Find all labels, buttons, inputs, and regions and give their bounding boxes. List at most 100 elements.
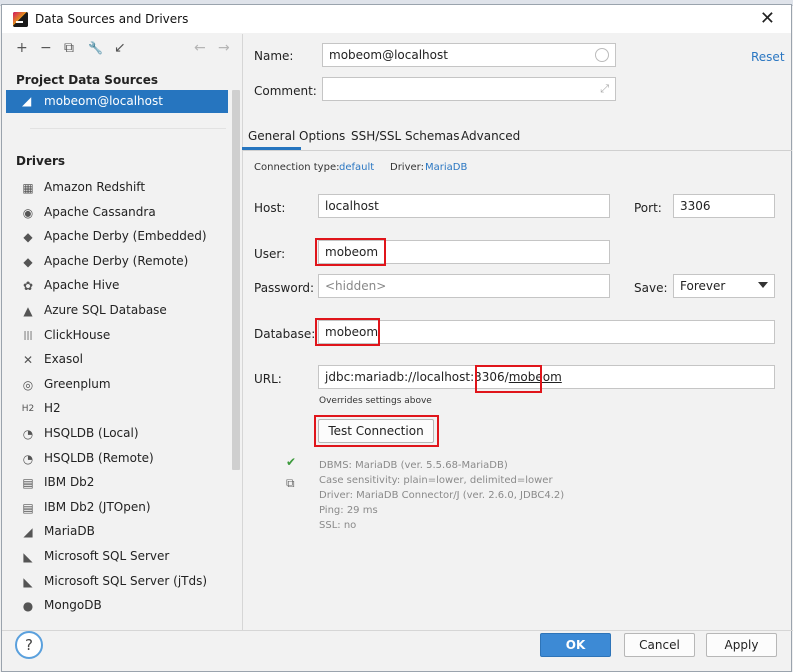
cassandra-icon: ◉ <box>22 205 34 220</box>
host-field[interactable]: localhost <box>318 194 610 218</box>
driver-item[interactable]: ▤ IBM Db2 <box>6 471 228 495</box>
url-prefix: jdbc:mariadb://localhost:3306/ <box>325 370 509 384</box>
info-case-sensitivity: Case sensitivity: plain=lower, delimited… <box>319 475 553 486</box>
remove-icon[interactable]: − <box>40 40 52 56</box>
info-ping: Ping: 29 ms <box>319 505 378 516</box>
h2-icon: H2 <box>21 404 35 415</box>
driver-label: Apache Cassandra <box>44 204 156 219</box>
comment-field[interactable]: ⤢ <box>322 77 616 101</box>
back-arrow-icon[interactable]: ← <box>194 40 206 56</box>
driver-item[interactable]: ◆ Apache Derby (Remote) <box>6 250 228 274</box>
hive-icon: ✿ <box>22 279 34 294</box>
port-field[interactable]: 3306 <box>673 194 775 218</box>
cancel-button[interactable]: Cancel <box>624 633 695 657</box>
tab-schemas[interactable]: Schemas <box>405 129 460 143</box>
driver-item[interactable]: ◔ HSQLDB (Remote) <box>6 447 228 471</box>
data-source-label: mobeom@localhost <box>44 94 163 108</box>
driver-label: MongoDB <box>44 598 102 613</box>
driver-label: H2 <box>44 401 61 416</box>
add-icon[interactable]: + <box>16 40 28 56</box>
azure-icon: ▲ <box>23 304 33 318</box>
driver-item[interactable]: ▦ Amazon Redshift <box>6 176 228 200</box>
driver-label: Microsoft SQL Server (jTds) <box>44 573 208 588</box>
info-ssl: SSL: no <box>319 520 357 531</box>
chevron-down-icon <box>758 282 768 288</box>
status-circle-icon <box>595 48 609 62</box>
driver-item[interactable]: ◢ MariaDB <box>6 520 228 544</box>
driver-item[interactable]: ▲ Azure SQL Database <box>6 299 228 323</box>
host-label: Host: <box>254 201 286 215</box>
left-toolbar: + − ⧉ 🔧 ↙ ← → <box>6 38 242 60</box>
driver-label: Exasol <box>44 352 83 367</box>
driver-item[interactable]: ||| ClickHouse <box>6 324 228 348</box>
driver-item[interactable]: ● MongoDB <box>6 594 228 618</box>
expand-icon[interactable]: ⤢ <box>600 82 609 96</box>
save-select-value: Forever <box>680 279 726 293</box>
tab-general[interactable]: General <box>241 129 302 150</box>
name-field[interactable]: mobeom@localhost <box>322 43 616 67</box>
ibm-icon: ▤ <box>22 476 34 491</box>
help-icon[interactable]: ? <box>15 631 43 659</box>
driver-item[interactable]: ◎ Greenplum <box>6 373 228 397</box>
import-icon[interactable]: ↙ <box>114 40 126 56</box>
driver-item[interactable]: ◣ Microsoft SQL Server (jTds) <box>6 570 228 594</box>
duplicate-icon[interactable]: ⧉ <box>64 40 74 56</box>
copy-icon[interactable]: ⧉ <box>286 476 295 491</box>
tab-advanced[interactable]: Advanced <box>461 129 520 143</box>
driver-link[interactable]: MariaDB <box>425 162 467 173</box>
mariadb-seal-icon: ◢ <box>22 94 32 108</box>
driver-item[interactable]: ◆ Apache Derby (Embedded) <box>6 225 228 249</box>
tab-ssh-ssl[interactable]: SSH/SSL <box>351 129 401 143</box>
hsqldb-icon: ◔ <box>22 427 34 441</box>
left-panel: + − ⧉ 🔧 ↙ ← → Project Data Sources ◢ mob… <box>6 34 242 630</box>
test-connection-button[interactable]: Test Connection <box>318 419 434 443</box>
driver-item[interactable]: ▤ IBM Db2 (JTOpen) <box>6 496 228 520</box>
url-field[interactable]: jdbc:mariadb://localhost:3306/mobeom <box>318 365 775 389</box>
derby-icon: ◆ <box>23 230 33 245</box>
left-scrollbar[interactable] <box>232 90 240 470</box>
save-select[interactable]: Forever <box>673 274 775 298</box>
driver-label: Greenplum <box>44 376 111 391</box>
database-label: Database: <box>254 327 316 341</box>
password-label: Password: <box>254 281 315 295</box>
driver-item[interactable]: ◣ Microsoft SQL Server <box>6 545 228 569</box>
driver-item[interactable]: H2 H2 <box>6 397 228 421</box>
driver-label: ClickHouse <box>44 327 111 342</box>
user-field[interactable]: mobeom <box>318 240 610 264</box>
mssql-icon: ◣ <box>23 550 33 564</box>
hsqldb-icon: ◔ <box>22 451 34 466</box>
driver-item[interactable]: ✿ Apache Hive <box>6 274 228 298</box>
driver-label: IBM Db2 <box>44 475 95 490</box>
url-note: Overrides settings above <box>319 396 432 406</box>
connection-type-link[interactable]: default <box>339 162 374 173</box>
intellij-app-icon <box>13 12 28 27</box>
driver-item[interactable]: ✕ Exasol <box>6 348 228 372</box>
password-field[interactable]: <hidden> <box>318 274 610 298</box>
connection-type-label: Connection type: <box>254 162 340 173</box>
driver-item[interactable]: ◉ Apache Cassandra <box>6 201 228 225</box>
apply-button[interactable]: Apply <box>706 633 777 657</box>
exasol-icon: ✕ <box>22 353 34 368</box>
database-field[interactable]: mobeom <box>318 320 775 344</box>
settings-tabs: General Options SSH/SSL Schemas Advanced <box>241 125 792 151</box>
ok-button[interactable]: OK <box>540 633 611 657</box>
driver-item[interactable]: ◔ HSQLDB (Local) <box>6 422 228 446</box>
mariadb-icon: ◢ <box>23 525 33 540</box>
data-source-item-selected[interactable]: ◢ mobeom@localhost <box>6 90 228 113</box>
greenplum-icon: ◎ <box>22 377 34 392</box>
url-label: URL: <box>254 372 282 386</box>
driver-label: Driver: <box>390 162 424 173</box>
forward-arrow-icon[interactable]: → <box>218 40 230 56</box>
drivers-header: Drivers <box>16 154 66 168</box>
driver-label: Microsoft SQL Server <box>44 549 170 563</box>
derby-icon: ◆ <box>23 254 33 269</box>
save-label: Save: <box>634 281 668 295</box>
wrench-icon[interactable]: 🔧 <box>88 40 103 56</box>
tab-options[interactable]: Options <box>299 129 345 143</box>
reset-link[interactable]: Reset <box>751 50 785 64</box>
driver-label: Azure SQL Database <box>44 303 167 317</box>
window-title: Data Sources and Drivers <box>35 12 189 26</box>
ibm-icon: ▤ <box>22 500 34 515</box>
close-icon[interactable]: ✕ <box>760 8 775 29</box>
clickhouse-icon: ||| <box>23 330 33 341</box>
